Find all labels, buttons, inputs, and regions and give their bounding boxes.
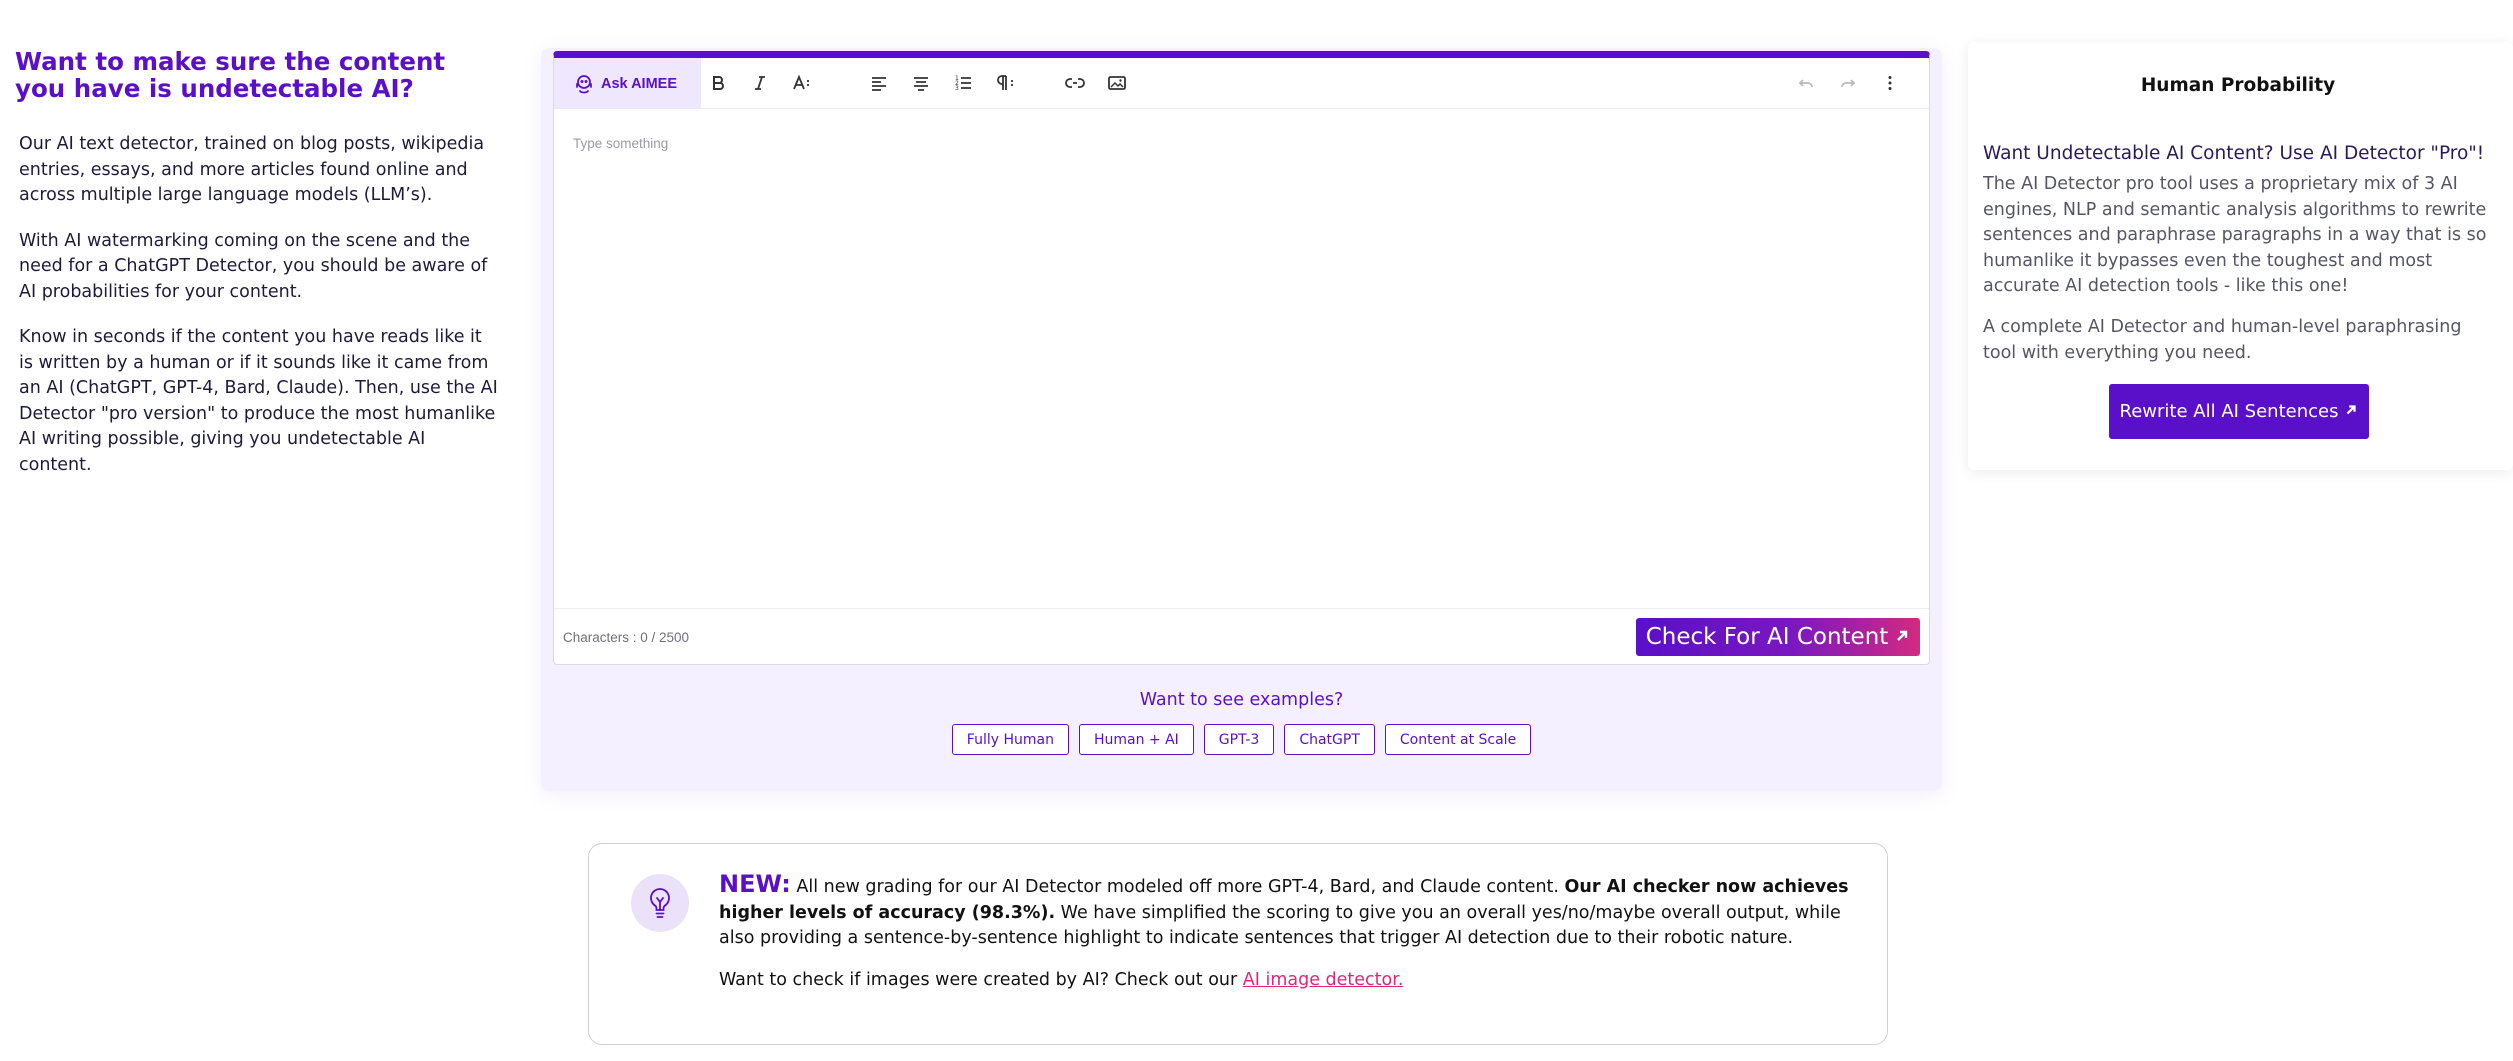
editor-toolbar: Ask AIMEE 123 (554, 58, 1929, 109)
lightbulb-icon (631, 874, 689, 932)
news-body: NEW: All new grading for our AI Detector… (719, 870, 1859, 994)
undo-icon[interactable] (1794, 71, 1818, 95)
human-probability-title: Human Probability (2140, 75, 2336, 96)
link-icon[interactable] (1063, 71, 1087, 95)
image-detector-line: Want to check if images were created by … (719, 968, 1859, 994)
example-gpt3-button[interactable]: GPT-3 (1203, 724, 1275, 755)
align-left-icon[interactable] (867, 71, 891, 95)
news-announcement: NEW: All new grading for our AI Detector… (588, 843, 1888, 1045)
arrow-up-right-icon (1894, 624, 1910, 650)
italic-icon[interactable] (748, 71, 772, 95)
pro-promo-paragraph-1: The AI Detector pro tool uses a propriet… (1983, 174, 2487, 296)
rewrite-all-label: Rewrite All AI Sentences (2119, 401, 2339, 422)
svg-text:3: 3 (955, 85, 959, 92)
assistant-headset-icon (572, 72, 596, 96)
editor-textarea-placeholder[interactable]: Type something (573, 136, 668, 151)
intro-heading: Want to make sure the content you have i… (15, 47, 446, 103)
ai-image-detector-link[interactable]: AI image detector. (1243, 970, 1404, 990)
image-detector-text: Want to check if images were created by … (719, 969, 1243, 990)
editor-footer: Characters : 0 / 2500 Check For AI Conte… (554, 608, 1929, 664)
font-size-icon[interactable] (790, 71, 814, 95)
pro-promo-paragraph-2: A complete AI Detector and human-level p… (1983, 317, 2462, 363)
arrow-up-right-icon (2344, 401, 2358, 422)
character-count: Characters : 0 / 2500 (563, 630, 690, 645)
examples-buttons: Fully Human Human + AI GPT-3 ChatGPT Con… (541, 724, 1942, 755)
paragraph-icon[interactable] (993, 71, 1017, 95)
news-paragraph: NEW: All new grading for our AI Detector… (719, 870, 1859, 952)
ask-aimee-button[interactable]: Ask AIMEE (554, 58, 701, 109)
intro-paragraph-1: Our AI text detector, trained on blog po… (19, 134, 485, 205)
ask-aimee-label: Ask AIMEE (601, 75, 678, 92)
ordered-list-icon[interactable]: 123 (951, 71, 975, 95)
intro-paragraph-3: Know in seconds if the content you have … (19, 327, 498, 475)
pro-promo-heading: Want Undetectable AI Content? Use AI Det… (1983, 143, 2485, 164)
bold-icon[interactable] (706, 71, 730, 95)
intro-column: Want to make sure the content you have i… (15, 48, 500, 498)
human-probability-panel: Human Probability Want Undetectable AI C… (1968, 42, 2513, 470)
redo-icon[interactable] (1836, 71, 1860, 95)
example-fully-human-button[interactable]: Fully Human (951, 724, 1069, 755)
intro-paragraph-2: With AI watermarking coming on the scene… (19, 230, 488, 302)
check-ai-content-button[interactable]: Check For AI Content (1636, 618, 1920, 656)
examples-label: Want to see examples? (1139, 690, 1344, 710)
text-editor[interactable]: Ask AIMEE 123 Type something Characters … (553, 51, 1930, 665)
example-content-at-scale-button[interactable]: Content at Scale (1384, 724, 1532, 755)
image-icon[interactable] (1105, 71, 1129, 95)
example-chatgpt-button[interactable]: ChatGPT (1284, 724, 1375, 755)
news-text-1: All new grading for our AI Detector mode… (790, 877, 1565, 897)
more-icon[interactable] (1878, 71, 1902, 95)
rewrite-all-button[interactable]: Rewrite All AI Sentences (2109, 384, 2369, 439)
example-human-ai-button[interactable]: Human + AI (1078, 724, 1194, 755)
new-tag: NEW: (719, 870, 791, 898)
check-ai-content-label: Check For AI Content (1645, 624, 1889, 650)
align-center-icon[interactable] (909, 71, 933, 95)
